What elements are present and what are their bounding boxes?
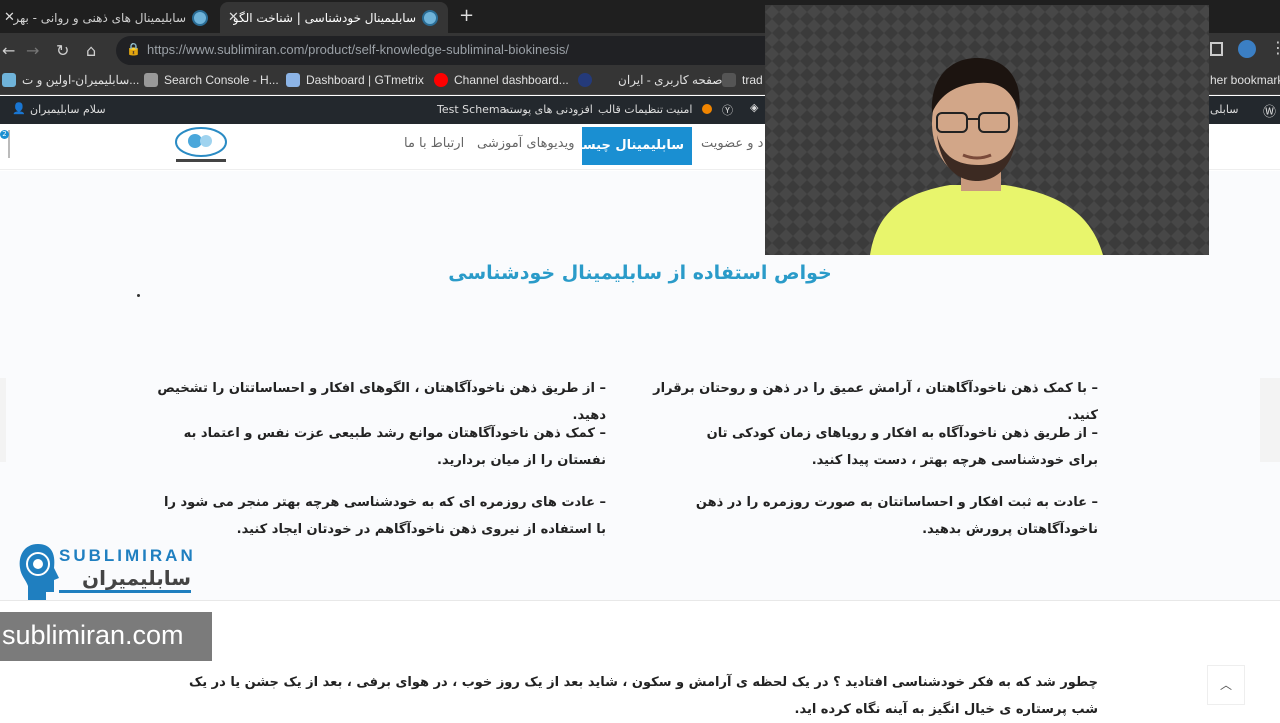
webcam-overlay <box>765 5 1209 255</box>
intro-paragraph: چطور شد که به فکر خودشناسی افتادید ؟ در … <box>188 675 1098 717</box>
cursor-dot <box>137 294 140 297</box>
benefit-item: – عادت های روزمره ای که به خودشناسی هرچه… <box>164 495 606 537</box>
bookmark-item[interactable]: trad <box>722 73 763 87</box>
profile-avatar[interactable] <box>1238 40 1256 58</box>
back-icon[interactable]: ← <box>2 41 15 60</box>
scroll-to-top-button[interactable]: ︿ <box>1207 665 1245 705</box>
url-text: https://www.sublimiran.com/product/self-… <box>147 42 569 57</box>
chevron-up-icon: ︿ <box>1219 678 1232 692</box>
menu-item-what-is-subliminal[interactable]: سابلیمینال چیست <box>569 127 692 165</box>
site-favicon-icon <box>192 9 208 26</box>
bookmark-item[interactable]: Channel dashboard... <box>434 73 569 87</box>
irancell-icon <box>578 73 592 87</box>
menu-item-videos[interactable]: ویدیوهای آموزشی <box>477 136 574 151</box>
close-tab-icon[interactable]: ✕ <box>228 10 239 25</box>
new-tab-icon[interactable]: + <box>459 5 474 26</box>
yoast-icon[interactable]: Ⓨ <box>722 102 733 118</box>
admin-item[interactable]: افزودنی های پوسته <box>504 103 593 116</box>
search-console-icon <box>144 73 158 87</box>
site-logo[interactable] <box>170 126 232 166</box>
browser-tab-active[interactable]: سابلیمینال خودشناسی | شناخت الگو ✕ <box>220 2 448 33</box>
admin-site-label[interactable]: سابلی <box>1210 103 1238 116</box>
youtube-icon <box>434 73 448 87</box>
other-bookmarks[interactable]: her bookmark <box>1210 73 1280 87</box>
head-brain-icon <box>19 544 59 600</box>
bookmark-item[interactable]: سابلیمیران-اولین و ت... <box>2 73 139 87</box>
bookmark-item[interactable]: Search Console - H... <box>144 73 279 87</box>
bookmark-item[interactable]: صفحه کاربری - ایران... <box>578 73 732 87</box>
bookmark-item[interactable]: Dashboard | GTmetrix <box>286 73 424 87</box>
gtmetrix-icon <box>286 73 300 87</box>
status-dot-icon <box>702 104 712 114</box>
sidebar-icon[interactable] <box>1210 42 1223 56</box>
admin-item[interactable]: Test Schema <box>437 103 506 116</box>
benefit-item: – از طریق ذهن ناخودآگاه به افکار و رویاه… <box>706 426 1098 468</box>
slider-next-arrow[interactable] <box>1260 378 1280 462</box>
admin-item[interactable]: امنیت <box>666 103 692 116</box>
wordpress-icon[interactable]: Ⓦ <box>1263 101 1276 120</box>
tradingview-icon <box>722 73 736 87</box>
benefit-item: – کمک ذهن ناخودآگاهتان موانع رشد طبیعی ع… <box>183 426 606 468</box>
diamond-icon[interactable]: ◈ <box>750 101 758 114</box>
site-favicon-icon <box>2 73 16 87</box>
menu-item-membership[interactable]: د و عضویت <box>701 136 763 151</box>
section-title: خواص استفاده از سابلیمینال خودشناسی <box>448 262 832 284</box>
site-favicon-icon <box>422 9 438 26</box>
presenter-image <box>765 5 1209 255</box>
admin-greeting[interactable]: سلام سابلیمیران <box>30 103 106 116</box>
admin-item[interactable]: تنظیمات قالب <box>598 103 663 116</box>
menu-item-contact[interactable]: ارتباط با ما <box>404 136 464 151</box>
lock-icon: 🔒 <box>126 42 141 56</box>
slider-edge <box>0 378 6 462</box>
user-icon: 👤 <box>12 102 26 115</box>
reload-icon[interactable]: ↻ <box>56 41 69 60</box>
watermark-logo: SUBLIMIRAN سابلیمیران <box>16 540 196 604</box>
close-tab-icon[interactable]: ✕ <box>4 10 15 25</box>
watermark-persian-text: سابلیمیران <box>59 566 191 593</box>
cart-badge: 2 <box>0 130 9 139</box>
benefit-item: – عادت به ثبت افکار و احساساتتان به صورت… <box>695 495 1098 537</box>
domain-watermark: sublimiran.com <box>0 612 212 661</box>
menu-icon[interactable]: ⋮ <box>1270 38 1280 57</box>
forward-icon[interactable]: → <box>26 41 39 60</box>
watermark-english-text: SUBLIMIRAN <box>59 546 196 565</box>
home-icon[interactable]: ⌂ <box>86 41 96 60</box>
browser-tab[interactable]: سابلیمینال های ذهنی و روانی - بهر ✕ <box>0 2 218 33</box>
